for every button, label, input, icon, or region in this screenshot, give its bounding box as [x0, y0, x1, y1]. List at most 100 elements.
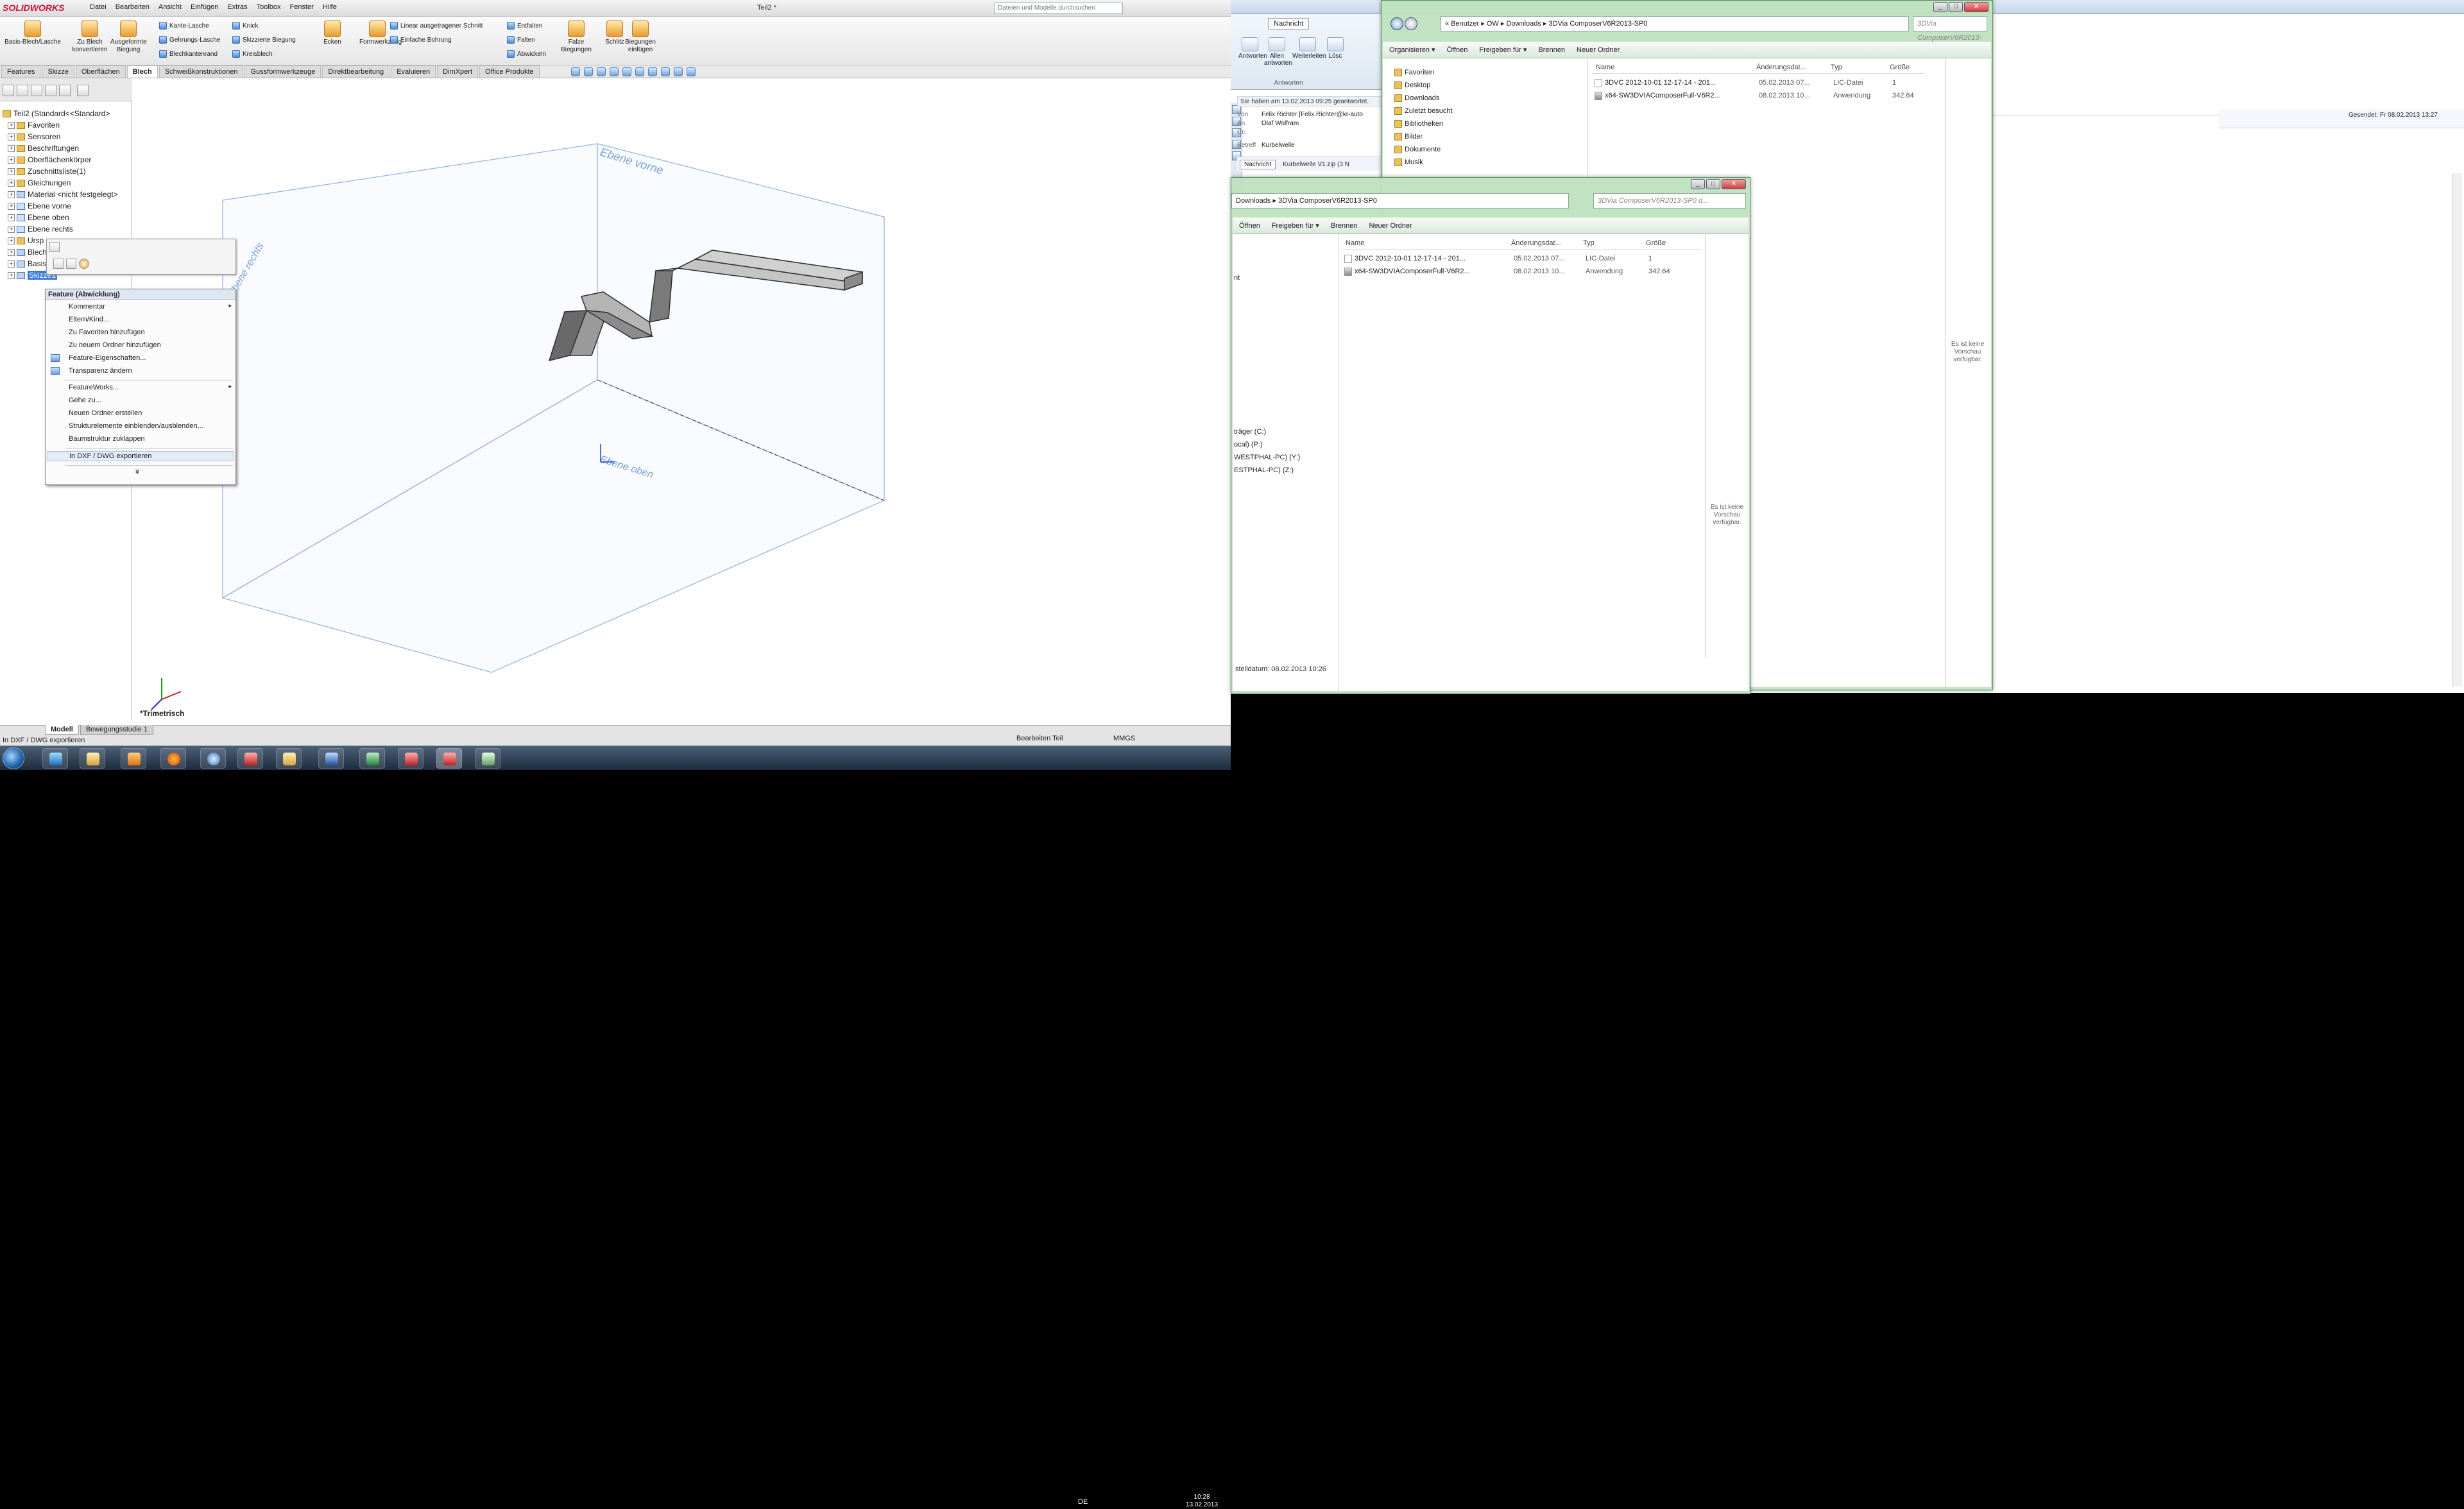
appearance-icon[interactable] — [79, 259, 89, 269]
attachment-file[interactable]: Kurbelwelle V1.zip (3 N — [1283, 161, 1349, 168]
nav-item[interactable]: Downloads — [1394, 93, 1439, 103]
toolbar-item-2[interactable]: Freigeben für ▾ — [1479, 46, 1527, 54]
message-scrollbar[interactable] — [2452, 173, 2462, 686]
taskbar-excel[interactable] — [359, 748, 385, 769]
message-tab[interactable]: Nachricht — [1240, 160, 1276, 169]
zoom-fit-icon[interactable] — [571, 67, 580, 76]
nav-item[interactable]: ESTPHAL-PC) (Z:) — [1234, 465, 1294, 475]
tab-schweißkonstruktionen[interactable]: Schweißkonstruktionen — [158, 65, 244, 78]
zoom-area-icon[interactable] — [584, 67, 593, 76]
hide-show-icon[interactable] — [648, 67, 657, 76]
tree-item[interactable]: + Beschriftungen — [8, 142, 79, 154]
ribbon-button-0[interactable]: Basis-Blech/Lasche — [4, 21, 62, 46]
context-menu-item[interactable]: FeatureWorks... — [69, 383, 119, 392]
nav-item[interactable]: Bilder — [1394, 132, 1423, 142]
tree-item[interactable]: + Ursp — [8, 235, 44, 246]
tab-features[interactable]: Features — [1, 65, 41, 78]
context-menu-item[interactable]: Zu Favoriten hinzufügen — [69, 328, 145, 337]
expand-toggle-icon[interactable]: + — [8, 249, 15, 257]
forward-icon[interactable] — [1405, 17, 1417, 30]
menu-5[interactable]: Toolbox — [257, 3, 281, 11]
taskbar-solidworks-2[interactable] — [436, 748, 462, 769]
toolbar-item-0[interactable]: Öffnen — [1239, 222, 1260, 230]
ribbon-small-ribbon_small_col1-1[interactable]: Gehrungs-Lasche — [159, 36, 221, 45]
expand-toggle-icon[interactable]: + — [8, 260, 15, 268]
toolbar-item-4[interactable]: Neuer Ordner — [1577, 46, 1620, 54]
ribbon-button-2[interactable]: Ausgeformte Biegung — [110, 21, 147, 54]
edit-sketch-icon[interactable] — [49, 242, 60, 252]
close-button[interactable]: ✕ — [1722, 179, 1746, 189]
menu-6[interactable]: Fenster — [290, 3, 314, 11]
configuration-icon[interactable] — [31, 85, 42, 96]
collapse-arrow-icon[interactable] — [77, 85, 89, 96]
display-manager-icon[interactable] — [59, 85, 71, 96]
context-menu-item[interactable]: Kommentar — [69, 302, 105, 311]
context-menu-item[interactable]: Strukturelemente einblenden/ausblenden..… — [69, 422, 203, 431]
taskbar-solidworks-1[interactable] — [398, 748, 424, 769]
expand-toggle-icon[interactable]: + — [8, 133, 15, 141]
expand-toggle-icon[interactable]: + — [8, 272, 15, 280]
start-button[interactable] — [3, 747, 24, 769]
tab-blech[interactable]: Blech — [126, 65, 158, 78]
zoom-selection-icon[interactable] — [53, 259, 64, 269]
context-menu-item[interactable]: Transparenz ändern — [69, 366, 132, 375]
nav-item[interactable]: Favoriten — [1394, 67, 1434, 78]
address-bar[interactable]: Downloads ▸ 3DVia ComposerV6R2013-SP0 — [1231, 193, 1569, 209]
toolbar-item-0[interactable]: Organisieren ▾ — [1389, 46, 1435, 54]
column-size[interactable]: Größe — [1890, 64, 1910, 71]
dimxpert-icon[interactable] — [45, 85, 56, 96]
tree-item[interactable]: + Ebene vorne — [8, 200, 71, 212]
nav-item[interactable]: Zuletzt besucht — [1394, 106, 1453, 116]
ribbon-small-ribbon_small_col4-2[interactable]: Abwickeln — [507, 50, 546, 59]
delete-button[interactable]: Lösc — [1326, 37, 1345, 60]
model-viewport[interactable]: Ebene vorne Ebene rechts Ebene oben — [132, 78, 1231, 725]
nav-item[interactable]: WESTPHAL-PC) (Y:) — [1234, 452, 1300, 463]
expand-toggle-icon[interactable]: + — [8, 237, 15, 245]
search-input[interactable]: Dateien und Modelle durchsuchen — [995, 3, 1123, 14]
context-menu-item[interactable]: ¥ — [135, 468, 139, 477]
forward-button[interactable]: Weiterleiten — [1292, 37, 1326, 60]
menu-7[interactable]: Hilfe — [323, 3, 337, 11]
section-view-icon[interactable] — [610, 67, 619, 76]
taskbar-ie[interactable] — [42, 748, 68, 769]
nav-item[interactable]: ocal) (P:) — [1234, 439, 1263, 450]
toolbar-item-1[interactable]: Freigeben für ▾ — [1272, 221, 1319, 230]
taskbar-explorer-2[interactable] — [276, 748, 302, 769]
menu-3[interactable]: Einfügen — [191, 3, 218, 11]
file-row[interactable]: x64-SW3DVIAComposerFull-V6R2... 08.02.201… — [1344, 266, 1704, 277]
toolbar-item-2[interactable]: Brennen — [1331, 222, 1358, 230]
tab-oberflächen[interactable]: Oberflächen — [75, 65, 126, 78]
tree-item[interactable]: Teil2 (Standard<<Standard> — [3, 108, 110, 119]
column-size[interactable]: Größe — [1646, 239, 1666, 247]
column-type[interactable]: Typ — [1831, 64, 1842, 71]
property-manager-icon[interactable] — [17, 85, 28, 96]
taskbar-word[interactable] — [318, 748, 344, 769]
ribbon-button-3[interactable]: Ecken — [314, 21, 350, 46]
taskbar-app[interactable] — [200, 748, 226, 769]
edit-appearance-icon[interactable] — [661, 67, 670, 76]
tree-item[interactable]: + Basis — [8, 258, 46, 269]
solidworks-logo[interactable]: SOLIDWORKS — [3, 3, 64, 13]
close-button[interactable]: ✕ — [1964, 2, 1989, 12]
tab-evaluieren[interactable]: Evaluieren — [391, 65, 436, 78]
expand-toggle-icon[interactable]: + — [8, 226, 15, 234]
minimize-button[interactable]: _ — [1933, 2, 1947, 12]
context-menu-item[interactable]: Eltern/Kind... — [69, 315, 109, 324]
ribbon-small-ribbon_small_col4-1[interactable]: Falten — [507, 36, 535, 45]
expand-toggle-icon[interactable]: + — [8, 214, 15, 222]
menu-1[interactable]: Bearbeiten — [116, 3, 150, 11]
maximize-button[interactable]: □ — [1706, 179, 1720, 189]
reply-button[interactable]: Antworten — [1238, 37, 1267, 60]
language-indicator[interactable]: DE — [1078, 1498, 1088, 1506]
ribbon-small-ribbon_small_col1-2[interactable]: Blechkantenrand — [159, 50, 218, 59]
reply-all-button[interactable]: Allen antworten — [1264, 37, 1292, 67]
taskbar-sw-tool[interactable] — [237, 748, 263, 769]
nav-item[interactable]: nt — [1234, 273, 1240, 283]
expand-toggle-icon[interactable]: + — [8, 168, 15, 176]
normal-to-icon[interactable] — [66, 259, 76, 269]
context-menu-item[interactable]: Neuen Ordner erstellen — [69, 409, 142, 418]
context-menu-item[interactable]: Zu neuem Ordner hinzufügen — [69, 341, 161, 350]
back-icon[interactable] — [1390, 17, 1403, 30]
tab-gussformwerkzeuge[interactable]: Gussformwerkzeuge — [244, 65, 321, 78]
view-orientation-icon[interactable] — [622, 67, 631, 76]
